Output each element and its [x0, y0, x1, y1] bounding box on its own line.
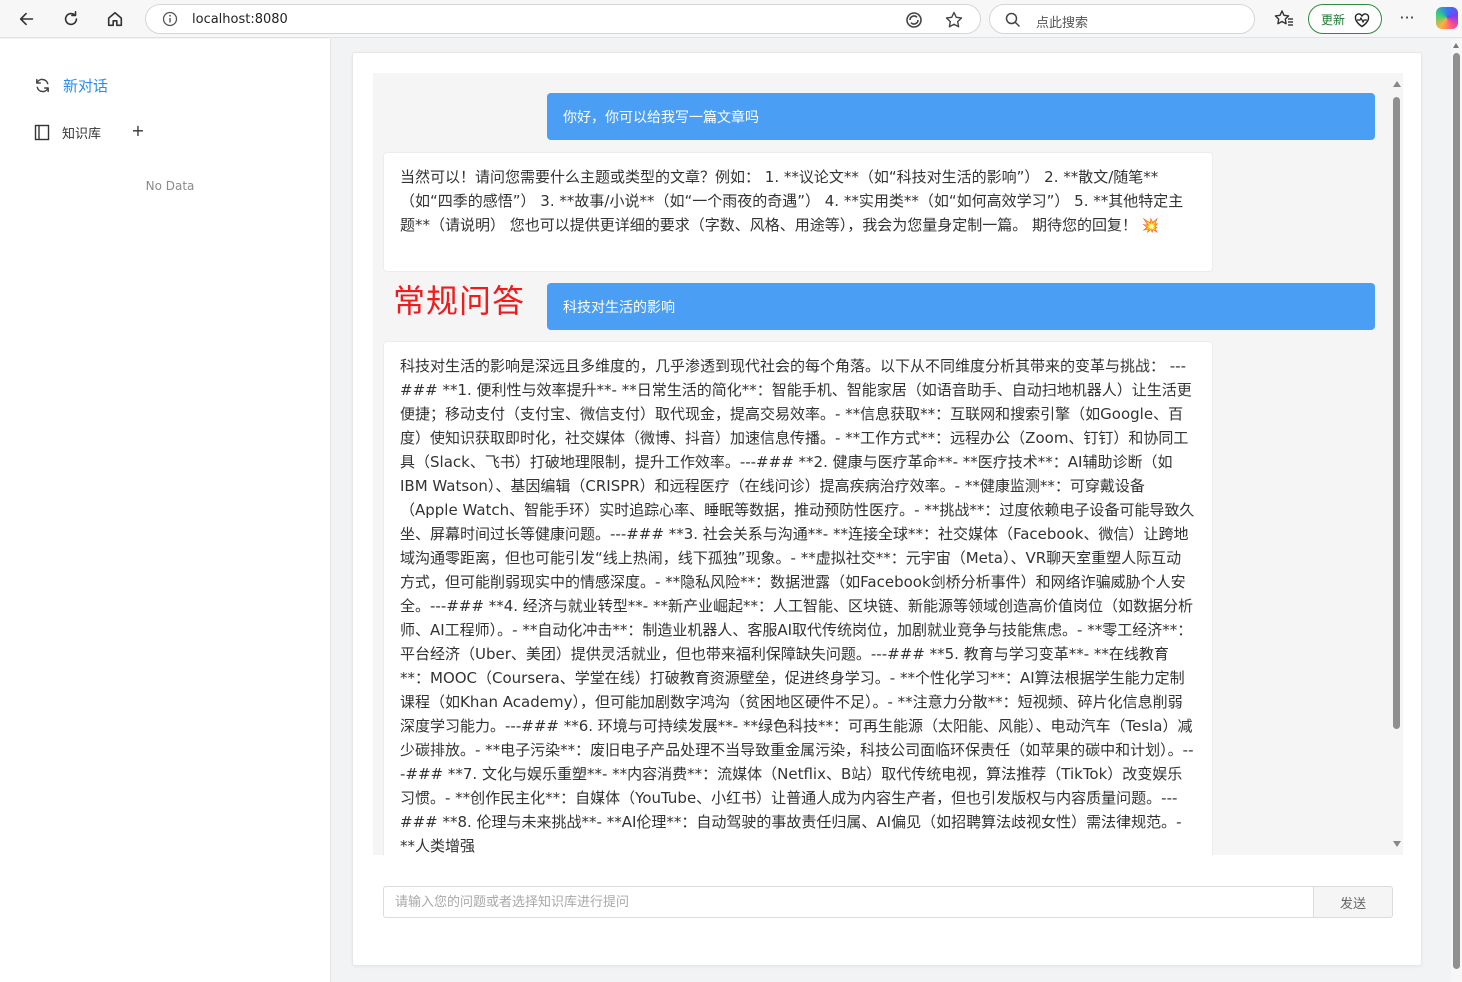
search-icon [1005, 12, 1021, 28]
search-placeholder: 点此搜索 [1036, 16, 1089, 31]
address-bar[interactable]: localhost:8080 [145, 4, 981, 34]
add-knowledge-base-button[interactable]: + [131, 123, 145, 139]
translate-icon[interactable] [904, 10, 924, 30]
back-icon[interactable] [14, 6, 40, 32]
message-list[interactable]: 你好，你可以给我写一篇文章吗 当然可以！请问您需要什么主题或类型的文章？例如： … [373, 73, 1403, 855]
page-scroll-thumb[interactable] [1453, 53, 1460, 969]
sidebar: 新对话 知识库 + No Data [0, 39, 331, 982]
heart-pulse-icon [1354, 13, 1370, 28]
page-scrollbar[interactable] [1451, 39, 1462, 982]
assistant-message: 科技对生活的影响是深远且多维度的，几乎渗透到现代社会的每个角落。以下从不同维度分… [383, 341, 1213, 855]
refresh-chat-icon [36, 78, 49, 93]
scroll-down-arrow[interactable] [1393, 841, 1401, 847]
explosion-emoji: 💥 [1141, 218, 1160, 234]
search-box[interactable]: 点此搜索 [989, 4, 1255, 34]
assistant-message-text: 科技对生活的影响是深远且多维度的，几乎渗透到现代社会的每个角落。以下从不同维度分… [400, 357, 1195, 855]
annotation-label: 常规问答 [393, 282, 526, 320]
scroll-up-arrow[interactable] [1393, 81, 1401, 87]
update-label: 更新 [1321, 13, 1346, 27]
chat-scrollbar[interactable] [1391, 73, 1403, 855]
knowledge-base-label: 知识库 [62, 127, 102, 142]
assistant-message-text: 当然可以！请问您需要什么主题或类型的文章？例如： 1. **议论文**（如“科技… [400, 168, 1184, 234]
send-button[interactable]: 发送 [1313, 886, 1393, 918]
more-menu-icon[interactable]: ··· [1396, 8, 1418, 30]
favorites-icon[interactable] [1273, 8, 1295, 30]
chat-panel: 你好，你可以给我写一篇文章吗 当然可以！请问您需要什么主题或类型的文章？例如： … [352, 52, 1422, 966]
site-info-icon[interactable] [162, 11, 178, 27]
update-button[interactable]: 更新 [1308, 4, 1382, 34]
composer: 发送 [383, 886, 1393, 918]
refresh-icon[interactable] [58, 6, 84, 32]
user-message-text: 科技对生活的影响 [563, 299, 675, 316]
empty-state: No Data [145, 179, 195, 193]
assistant-message: 当然可以！请问您需要什么主题或类型的文章？例如： 1. **议论文**（如“科技… [383, 152, 1213, 272]
user-message: 科技对生活的影响 [547, 283, 1375, 330]
url-text: localhost:8080 [192, 12, 288, 27]
page-scroll-up-arrow[interactable] [1453, 43, 1459, 48]
browser-toolbar: localhost:8080 点此搜索 更新 ··· [0, 0, 1462, 38]
copilot-icon[interactable] [1436, 7, 1458, 29]
book-icon [34, 124, 50, 141]
user-message-text: 你好，你可以给我写一篇文章吗 [563, 109, 759, 126]
question-input[interactable] [383, 886, 1314, 918]
user-message: 你好，你可以给我写一篇文章吗 [547, 93, 1375, 140]
scroll-thumb[interactable] [1393, 97, 1400, 729]
bookmark-star-icon[interactable] [944, 10, 964, 30]
new-chat-label: 新对话 [63, 77, 109, 95]
knowledge-base-item[interactable]: 知识库 [34, 123, 144, 142]
home-icon[interactable] [102, 6, 128, 32]
new-chat-button[interactable]: 新对话 [34, 75, 108, 96]
